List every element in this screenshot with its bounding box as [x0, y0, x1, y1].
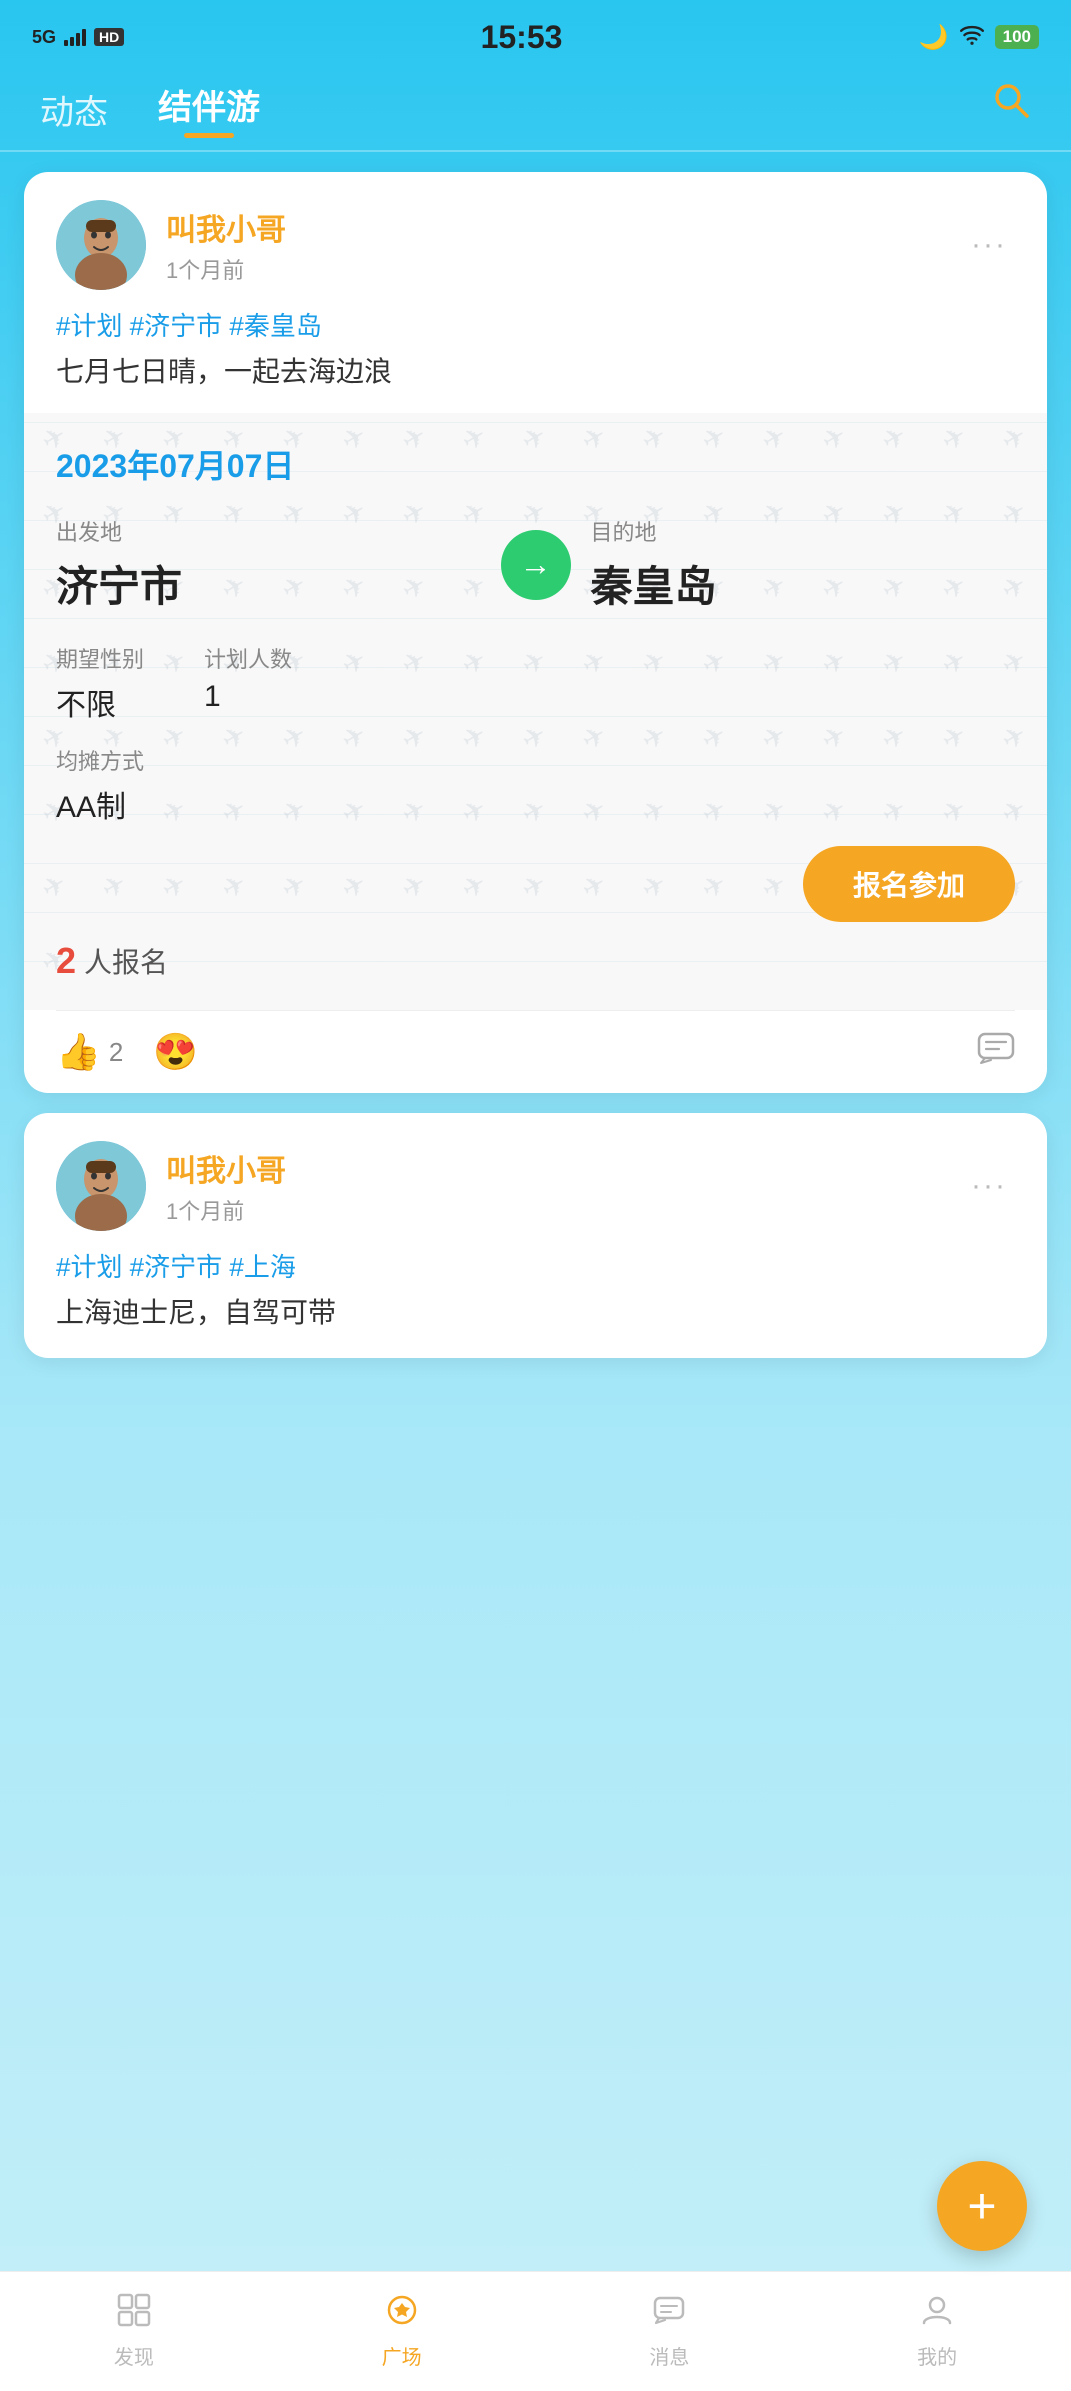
card-1-footer: 👍 2 😍 [24, 1011, 1047, 1093]
messages-label: 消息 [649, 2341, 689, 2370]
status-right: 🌙 100 [919, 23, 1039, 52]
signal-type: 5G [32, 27, 56, 48]
card-1-time: 1个月前 [166, 253, 963, 285]
signal-bars [64, 28, 86, 46]
split-detail: 均摊方式 AA制 [56, 744, 1015, 826]
battery-indicator: 100 [995, 25, 1039, 49]
from-city: 济宁市 [56, 553, 481, 614]
card-1-username: 叫我小哥 [166, 205, 963, 249]
card-1-more-button[interactable]: ··· [963, 220, 1015, 270]
gender-detail: 期望性别 不限 [56, 642, 144, 724]
messages-icon [652, 2293, 686, 2335]
comment-button[interactable] [977, 1032, 1015, 1072]
card-2-time: 1个月前 [166, 1194, 963, 1226]
register-row: 报名参加 [56, 846, 1015, 922]
card-2: 叫我小哥 1个月前 ··· #计划 #济宁市 #上海 上海迪士尼，自驾可带 [24, 1113, 1047, 1358]
top-nav: 动态 结伴游 [0, 70, 1071, 150]
card-1-header: 叫我小哥 1个月前 ··· [24, 172, 1047, 306]
card-2-user-info: 叫我小哥 1个月前 [166, 1146, 963, 1226]
nav-item-messages[interactable]: 消息 [536, 2293, 804, 2370]
people-value: 1 [204, 680, 292, 714]
nav-divider [0, 150, 1071, 152]
cards-container: 叫我小哥 1个月前 ··· #计划 #济宁市 #秦皇岛 七月七日晴，一起去海边浪… [0, 172, 1071, 1498]
fab-plus-icon: + [967, 2177, 996, 2235]
plaza-label: 广场 [382, 2341, 422, 2370]
plan-date: 2023年07月07日 [56, 441, 1015, 487]
card-1: 叫我小哥 1个月前 ··· #计划 #济宁市 #秦皇岛 七月七日晴，一起去海边浪… [24, 172, 1047, 1093]
like-count: 2 [109, 1037, 123, 1068]
to-city: 秦皇岛 [591, 553, 1016, 614]
card-2-username: 叫我小哥 [166, 1146, 963, 1190]
nav-item-profile[interactable]: 我的 [803, 2293, 1071, 2370]
avatar-1 [56, 200, 146, 290]
from-label: 出发地 [56, 515, 481, 547]
tab-jiebanyou[interactable]: 结伴游 [158, 80, 260, 150]
hd-badge: HD [94, 28, 124, 46]
card-2-tags: #计划 #济宁市 #上海 [56, 1247, 1015, 1284]
fab-button[interactable]: + [937, 2161, 1027, 2251]
plan-details: 期望性别 不限 计划人数 1 [56, 642, 1015, 724]
like-emoji: 👍 [56, 1031, 101, 1073]
tab-dongtai[interactable]: 动态 [40, 85, 108, 146]
gender-label: 期望性别 [56, 642, 144, 674]
avatar-2 [56, 1141, 146, 1231]
register-button[interactable]: 报名参加 [803, 846, 1015, 922]
nav-item-plaza[interactable]: 广场 [268, 2293, 536, 2370]
plaza-icon [385, 2293, 419, 2335]
gender-value: 不限 [56, 680, 144, 724]
card-2-content: #计划 #济宁市 #上海 上海迪士尼，自驾可带 [24, 1247, 1047, 1358]
card-2-more-button[interactable]: ··· [963, 1161, 1015, 1211]
like-reaction[interactable]: 👍 2 [56, 1031, 123, 1073]
card-2-header: 叫我小哥 1个月前 ··· [24, 1113, 1047, 1247]
bottom-nav: 发现 广场 消息 我的 [0, 2271, 1071, 2391]
signup-text: 人报名 [84, 941, 168, 981]
status-left: 5G HD [32, 27, 124, 48]
from-side: 出发地 济宁市 [56, 515, 481, 614]
travel-plan-1: // We'll render this via JS below ✈✈✈✈✈✈… [24, 413, 1047, 1010]
status-bar: 5G HD 15:53 🌙 100 [0, 0, 1071, 70]
nav-item-discover[interactable]: 发现 [0, 2293, 268, 2370]
discover-icon [117, 2293, 151, 2335]
card-1-content: #计划 #济宁市 #秦皇岛 七月七日晴，一起去海边浪 [24, 306, 1047, 413]
signup-number: 2 [56, 940, 76, 982]
status-time: 15:53 [481, 19, 563, 56]
card-1-tags: #计划 #济宁市 #秦皇岛 [56, 306, 1015, 343]
profile-label: 我的 [917, 2341, 957, 2370]
card-1-text: 七月七日晴，一起去海边浪 [56, 351, 1015, 393]
love-reaction[interactable]: 😍 [153, 1031, 198, 1073]
signup-count: 2 人报名 [56, 940, 1015, 982]
discover-label: 发现 [114, 2341, 154, 2370]
people-label: 计划人数 [204, 642, 292, 674]
route-arrow-icon: → [501, 530, 571, 600]
search-button[interactable] [991, 80, 1031, 130]
love-emoji: 😍 [153, 1031, 198, 1073]
wifi-icon [959, 23, 985, 51]
split-label: 均摊方式 [56, 744, 1015, 776]
to-side: 目的地 秦皇岛 [591, 515, 1016, 614]
moon-icon: 🌙 [919, 23, 949, 52]
card-1-user-info: 叫我小哥 1个月前 [166, 205, 963, 285]
card-2-text: 上海迪士尼，自驾可带 [56, 1292, 1015, 1334]
split-value: AA制 [56, 782, 1015, 826]
profile-icon [920, 2293, 954, 2335]
to-label: 目的地 [591, 515, 1016, 547]
route-row: 出发地 济宁市 → 目的地 秦皇岛 [56, 515, 1015, 614]
people-detail: 计划人数 1 [204, 642, 292, 724]
